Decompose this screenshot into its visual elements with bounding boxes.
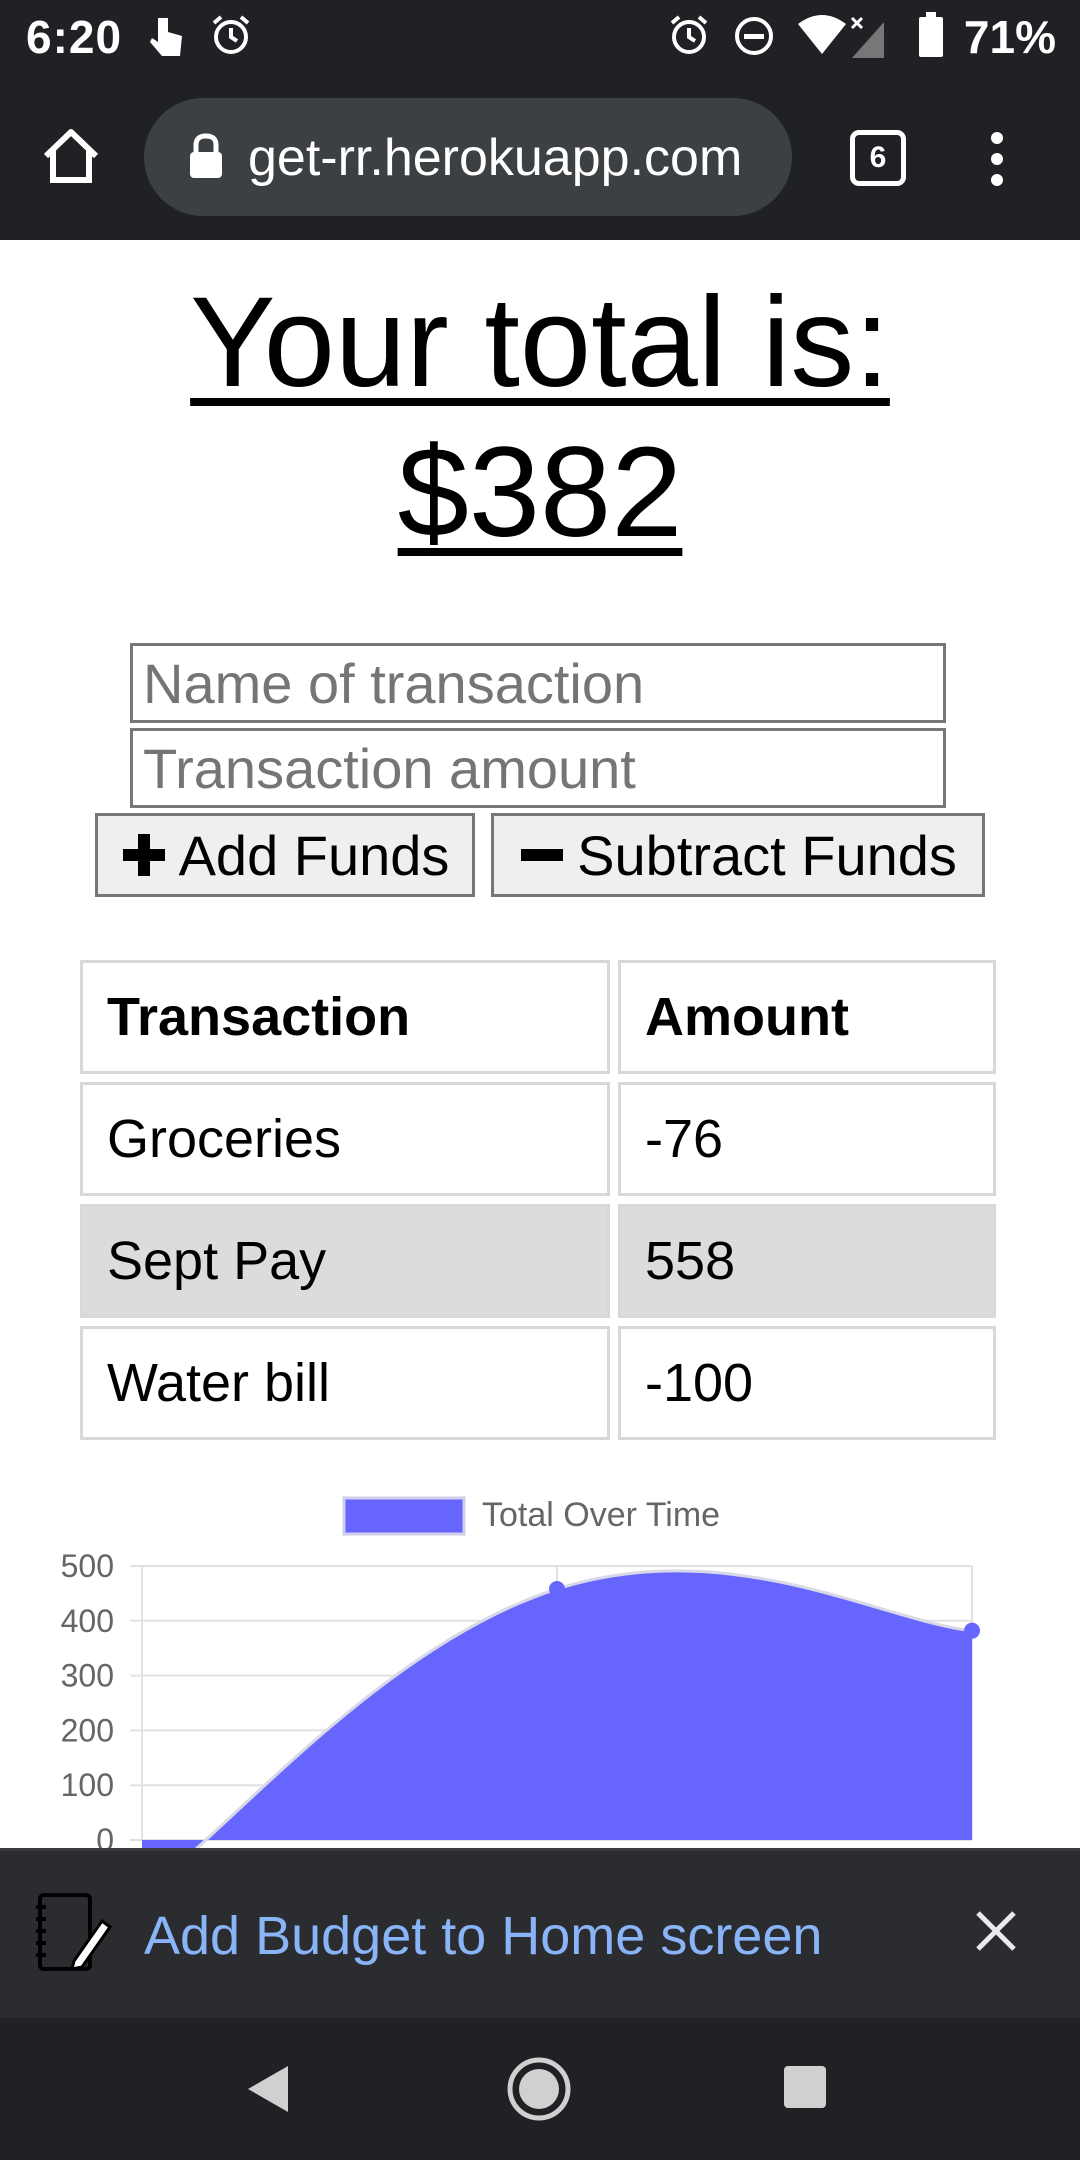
add-to-home-screen-banner[interactable]: Add Budget to Home screen [0,1848,1080,2018]
transaction-name-cell: Water bill [80,1326,610,1440]
wifi-icon [798,15,846,54]
transaction-amount-cell: -76 [618,1082,996,1196]
address-bar[interactable]: get-rr.herokuapp.com [144,98,792,216]
legend-label[interactable]: Total Over Time [482,1496,720,1534]
recents-icon[interactable] [782,2064,828,2110]
series-area [142,1570,972,1848]
total-amount: $382 [397,421,683,564]
legend-swatch[interactable] [342,1496,466,1536]
page-title: Your total is: $382 [0,268,1080,568]
alarm-icon [212,15,250,54]
subtract-funds-button[interactable]: Subtract Funds [491,813,985,897]
transaction-name-input[interactable] [130,643,946,723]
table-row: Groceries -76 [80,1082,996,1196]
table-row: Water bill -100 [80,1326,996,1440]
add-funds-label: Add Funds [178,823,450,887]
transaction-amount-cell: -100 [618,1326,996,1440]
y-tick-label: 500 [61,1548,114,1584]
status-bar: 6:20 71% [0,0,1080,74]
y-tick-label: 400 [61,1603,114,1639]
alarm-icon-right [670,15,708,54]
system-navigation-bar [0,2018,1080,2160]
battery-icon [919,12,943,57]
add-to-home-screen-label[interactable]: Add Budget to Home screen [144,1905,822,1967]
table-header-row: Transaction Amount [80,960,996,1074]
data-point[interactable] [549,1581,565,1598]
title-line-1: Your total is: [190,271,890,414]
home-icon[interactable] [40,126,102,186]
table-row: Sept Pay 558 [80,1204,996,1318]
y-tick-label: 0 [96,1822,114,1848]
chart-y-axis: 500 400 300 200 100 0 [61,1548,114,1848]
y-tick-label: 100 [61,1767,114,1803]
plus-icon [122,834,165,876]
transaction-name-cell: Sept Pay [80,1204,610,1318]
column-header-amount: Amount [618,960,996,1074]
more-menu-icon[interactable] [986,130,1008,188]
transaction-amount-cell: 558 [618,1204,996,1318]
browser-toolbar: get-rr.herokuapp.com 6 [0,74,1080,240]
transactions-table: Transaction Amount Groceries -76 Sept Pa… [72,952,1004,1448]
minus-icon [521,849,564,861]
add-funds-button[interactable]: Add Funds [95,813,475,897]
subtract-funds-label: Subtract Funds [577,823,957,887]
cellular-signal-icon [850,16,884,58]
total-over-time-chart: 500 400 300 200 100 0 Total Over Time [61,1496,980,1848]
y-tick-label: 200 [61,1712,114,1748]
transaction-name-cell: Groceries [80,1082,610,1196]
touch-icon [150,18,182,56]
budget-app-icon [36,1893,113,1971]
do-not-disturb-icon [735,17,773,55]
y-tick-label: 300 [61,1658,114,1694]
lock-icon [190,133,222,178]
transaction-amount-input[interactable] [130,728,946,808]
status-time: 6:20 [26,11,123,63]
close-icon[interactable] [972,1907,1020,1955]
home-circle-icon[interactable] [506,2056,572,2122]
column-header-transaction: Transaction [80,960,610,1074]
url-text: get-rr.herokuapp.com [248,129,743,187]
back-icon[interactable] [246,2064,290,2114]
battery-percent: 71% [963,11,1056,63]
tab-switcher-button[interactable]: 6 [850,130,906,186]
data-point[interactable] [964,1622,980,1639]
